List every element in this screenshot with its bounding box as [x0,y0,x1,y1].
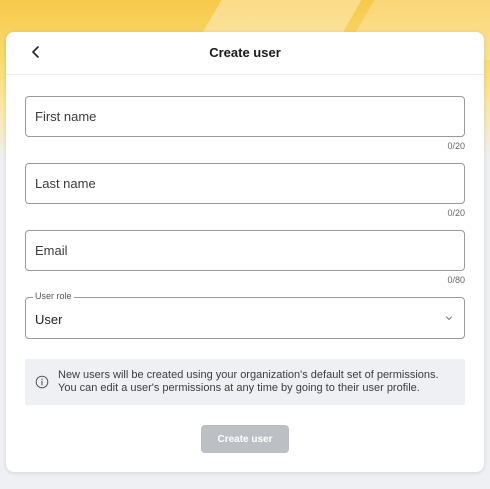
page-title: Create user [209,45,281,60]
info-line-2: You can edit a user's permissions at any… [58,382,420,394]
info-line-1: New users will be created using your org… [58,369,439,381]
create-user-button[interactable]: Create user [201,425,289,453]
create-user-dialog: Create user First name 0/20 Last name 0/… [6,32,484,472]
user-role-field-group: User role User [25,291,465,339]
chevron-down-icon [446,316,452,320]
permissions-info-banner: New users will be created using your org… [25,359,465,405]
info-text: New users will be created using your org… [58,369,458,395]
user-role-value: User [35,312,63,327]
first-name-counter: 0/20 [447,141,465,151]
first-name-field-group: First name 0/20 [25,96,465,151]
email-counter: 0/80 [447,275,465,285]
info-icon [35,375,49,389]
last-name-field-group: Last name 0/20 [25,163,465,218]
email-input[interactable]: Email [25,230,465,271]
email-placeholder: Email [35,243,68,258]
first-name-placeholder: First name [35,109,97,124]
last-name-input[interactable]: Last name [25,163,465,204]
last-name-placeholder: Last name [35,176,96,191]
last-name-counter: 0/20 [447,208,465,218]
first-name-input[interactable]: First name [25,96,465,137]
dialog-header: Create user [6,32,484,75]
user-role-select[interactable]: User role User [25,291,465,339]
email-field-group: Email 0/80 [25,230,465,285]
user-role-label: User role [33,291,74,301]
